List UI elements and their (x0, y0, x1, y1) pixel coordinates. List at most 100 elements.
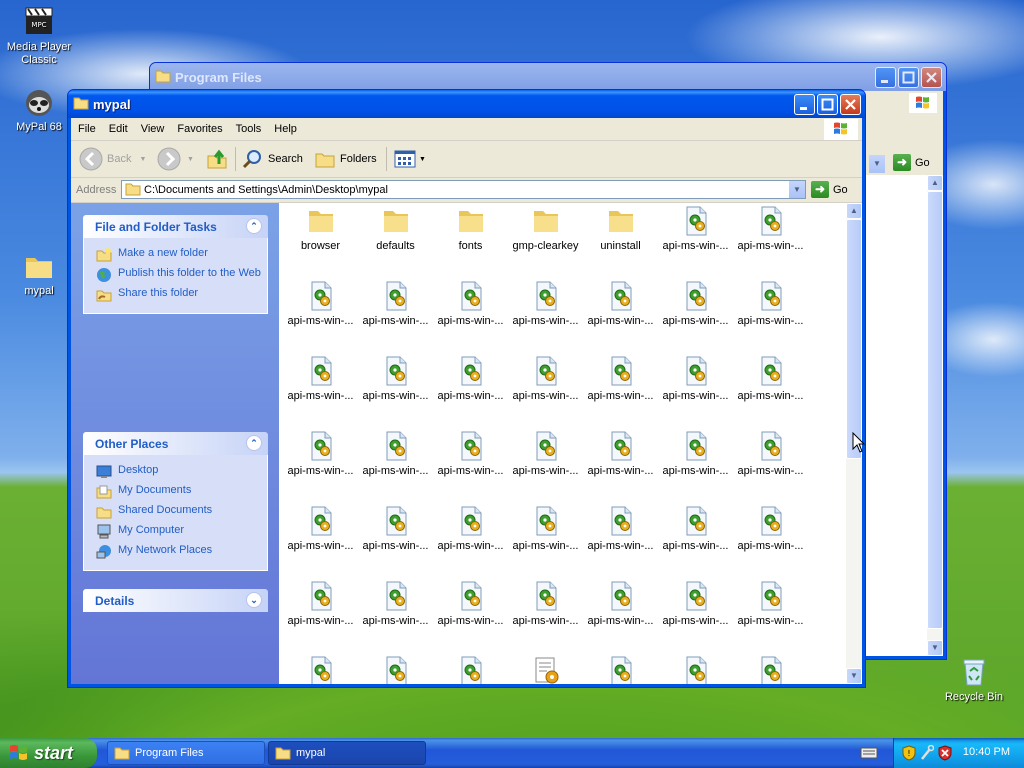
search-button[interactable]: Search (242, 147, 303, 171)
go-button[interactable]: ➜ Go (893, 154, 930, 171)
file-item[interactable] (508, 655, 583, 684)
collapse-chevron-icon[interactable]: ⌃ (246, 218, 262, 234)
file-item[interactable]: api-ms-win-... (583, 280, 658, 327)
file-item[interactable]: api-ms-win-... (658, 580, 733, 627)
back-button[interactable]: Back ▼ (79, 147, 146, 171)
file-item[interactable]: api-ms-win-... (433, 505, 508, 552)
scroll-down-button[interactable]: ▼ (846, 668, 862, 684)
close-button[interactable] (921, 67, 942, 88)
address-dropdown-button[interactable]: ▼ (869, 155, 885, 173)
vertical-scrollbar[interactable]: ▲ ▼ (927, 175, 943, 656)
file-item[interactable]: api-ms-win-... (508, 505, 583, 552)
scroll-thumb[interactable] (846, 219, 862, 459)
forward-button[interactable]: ▼ (157, 147, 194, 171)
file-item[interactable]: api-ms-win-... (433, 580, 508, 627)
file-item[interactable]: api-ms-win-... (508, 430, 583, 477)
task-share-folder[interactable]: Share this folder (96, 287, 267, 303)
file-item[interactable]: api-ms-win-... (508, 580, 583, 627)
file-item[interactable]: api-ms-win-... (283, 430, 358, 477)
file-item[interactable]: api-ms-win-... (283, 505, 358, 552)
go-button[interactable]: ➜ Go (811, 181, 848, 198)
program-files-titlebar[interactable]: Program Files (150, 63, 946, 91)
file-item[interactable]: api-ms-win-... (358, 505, 433, 552)
taskbar-button-mypal[interactable]: mypal (268, 741, 426, 765)
file-item[interactable]: api-ms-win-... (283, 580, 358, 627)
menu-favorites[interactable]: Favorites (170, 118, 228, 135)
scroll-up-button[interactable]: ▲ (846, 203, 862, 219)
file-item[interactable]: api-ms-win-... (658, 505, 733, 552)
file-item[interactable] (658, 655, 733, 684)
menu-edit[interactable]: Edit (102, 118, 134, 135)
folder-item[interactable]: defaults (358, 205, 433, 252)
file-item[interactable]: api-ms-win-... (433, 430, 508, 477)
file-item[interactable]: api-ms-win-... (358, 355, 433, 402)
file-item[interactable]: api-ms-win-... (283, 280, 358, 327)
security-alert-icon[interactable] (938, 745, 952, 761)
file-item[interactable]: api-ms-win-... (733, 505, 808, 552)
file-item[interactable]: api-ms-win-... (733, 430, 808, 477)
folder-item[interactable]: fonts (433, 205, 508, 252)
file-item[interactable] (358, 655, 433, 684)
scroll-down-button[interactable]: ▼ (927, 640, 943, 656)
views-button[interactable]: ▼ (393, 147, 426, 171)
tools-icon[interactable] (920, 745, 934, 761)
keyboard-icon[interactable] (860, 746, 878, 760)
minimize-button[interactable] (794, 94, 815, 115)
file-item[interactable]: api-ms-win-... (358, 280, 433, 327)
minimize-button[interactable] (875, 67, 896, 88)
file-item[interactable]: api-ms-win-... (733, 580, 808, 627)
security-shield-icon[interactable]: ! (902, 745, 916, 761)
task-make-new-folder[interactable]: Make a new folder (96, 247, 267, 263)
file-item[interactable]: api-ms-win-... (583, 505, 658, 552)
file-item[interactable]: api-ms-win-... (733, 205, 808, 252)
address-dropdown-button[interactable]: ▼ (789, 181, 805, 198)
maximize-button[interactable] (898, 67, 919, 88)
file-item[interactable]: api-ms-win-... (733, 355, 808, 402)
panel-header[interactable]: Details ⌄ (83, 589, 268, 612)
file-item[interactable]: api-ms-win-... (658, 430, 733, 477)
file-item[interactable]: api-ms-win-... (658, 355, 733, 402)
panel-header[interactable]: File and Folder Tasks ⌃ (83, 215, 268, 238)
task-publish-to-web[interactable]: Publish this folder to the Web (96, 267, 267, 283)
file-item[interactable]: api-ms-win-... (658, 280, 733, 327)
start-button[interactable]: start (0, 738, 97, 768)
collapse-chevron-icon[interactable]: ⌃ (246, 435, 262, 451)
scroll-up-button[interactable]: ▲ (927, 175, 943, 191)
desktop-icon-mypal68[interactable]: MyPal 68 (3, 86, 75, 134)
folder-item[interactable]: gmp-clearkey (508, 205, 583, 252)
maximize-button[interactable] (817, 94, 838, 115)
place-shared-documents[interactable]: Shared Documents (96, 504, 267, 520)
file-item[interactable]: api-ms-win-... (358, 430, 433, 477)
menu-view[interactable]: View (134, 118, 171, 135)
file-item[interactable] (283, 655, 358, 684)
place-my-documents[interactable]: My Documents (96, 484, 267, 500)
file-item[interactable]: api-ms-win-... (358, 580, 433, 627)
taskbar-button-program-files[interactable]: Program Files (107, 741, 265, 765)
place-my-computer[interactable]: My Computer (96, 524, 267, 540)
file-item[interactable]: api-ms-win-... (733, 280, 808, 327)
file-item[interactable] (583, 655, 658, 684)
desktop-icon-media-player-classic[interactable]: MPC Media Player Classic (3, 6, 75, 67)
file-item[interactable]: api-ms-win-... (583, 580, 658, 627)
scroll-thumb[interactable] (927, 191, 943, 629)
menu-tools[interactable]: Tools (229, 118, 268, 135)
close-button[interactable] (840, 94, 861, 115)
place-desktop[interactable]: Desktop (96, 464, 267, 480)
file-item[interactable] (733, 655, 808, 684)
desktop-icon-recycle-bin[interactable]: Recycle Bin (938, 656, 1010, 704)
up-folder-button[interactable] (205, 147, 229, 171)
file-item[interactable]: api-ms-win-... (583, 355, 658, 402)
expand-chevron-icon[interactable]: ⌄ (246, 592, 262, 608)
folders-button[interactable]: Folders (314, 147, 377, 171)
file-item[interactable]: api-ms-win-... (433, 280, 508, 327)
folder-item[interactable]: browser (283, 205, 358, 252)
file-item[interactable]: api-ms-win-... (508, 355, 583, 402)
file-item[interactable]: api-ms-win-... (433, 355, 508, 402)
file-view[interactable]: browser defaults fonts gmp-clearkey uninstal… (279, 203, 846, 684)
menu-help[interactable]: Help (267, 118, 303, 135)
file-item[interactable]: api-ms-win-... (508, 280, 583, 327)
file-item[interactable] (433, 655, 508, 684)
file-item[interactable]: api-ms-win-... (658, 205, 733, 252)
file-item[interactable]: api-ms-win-... (583, 430, 658, 477)
folder-item[interactable]: uninstall (583, 205, 658, 252)
